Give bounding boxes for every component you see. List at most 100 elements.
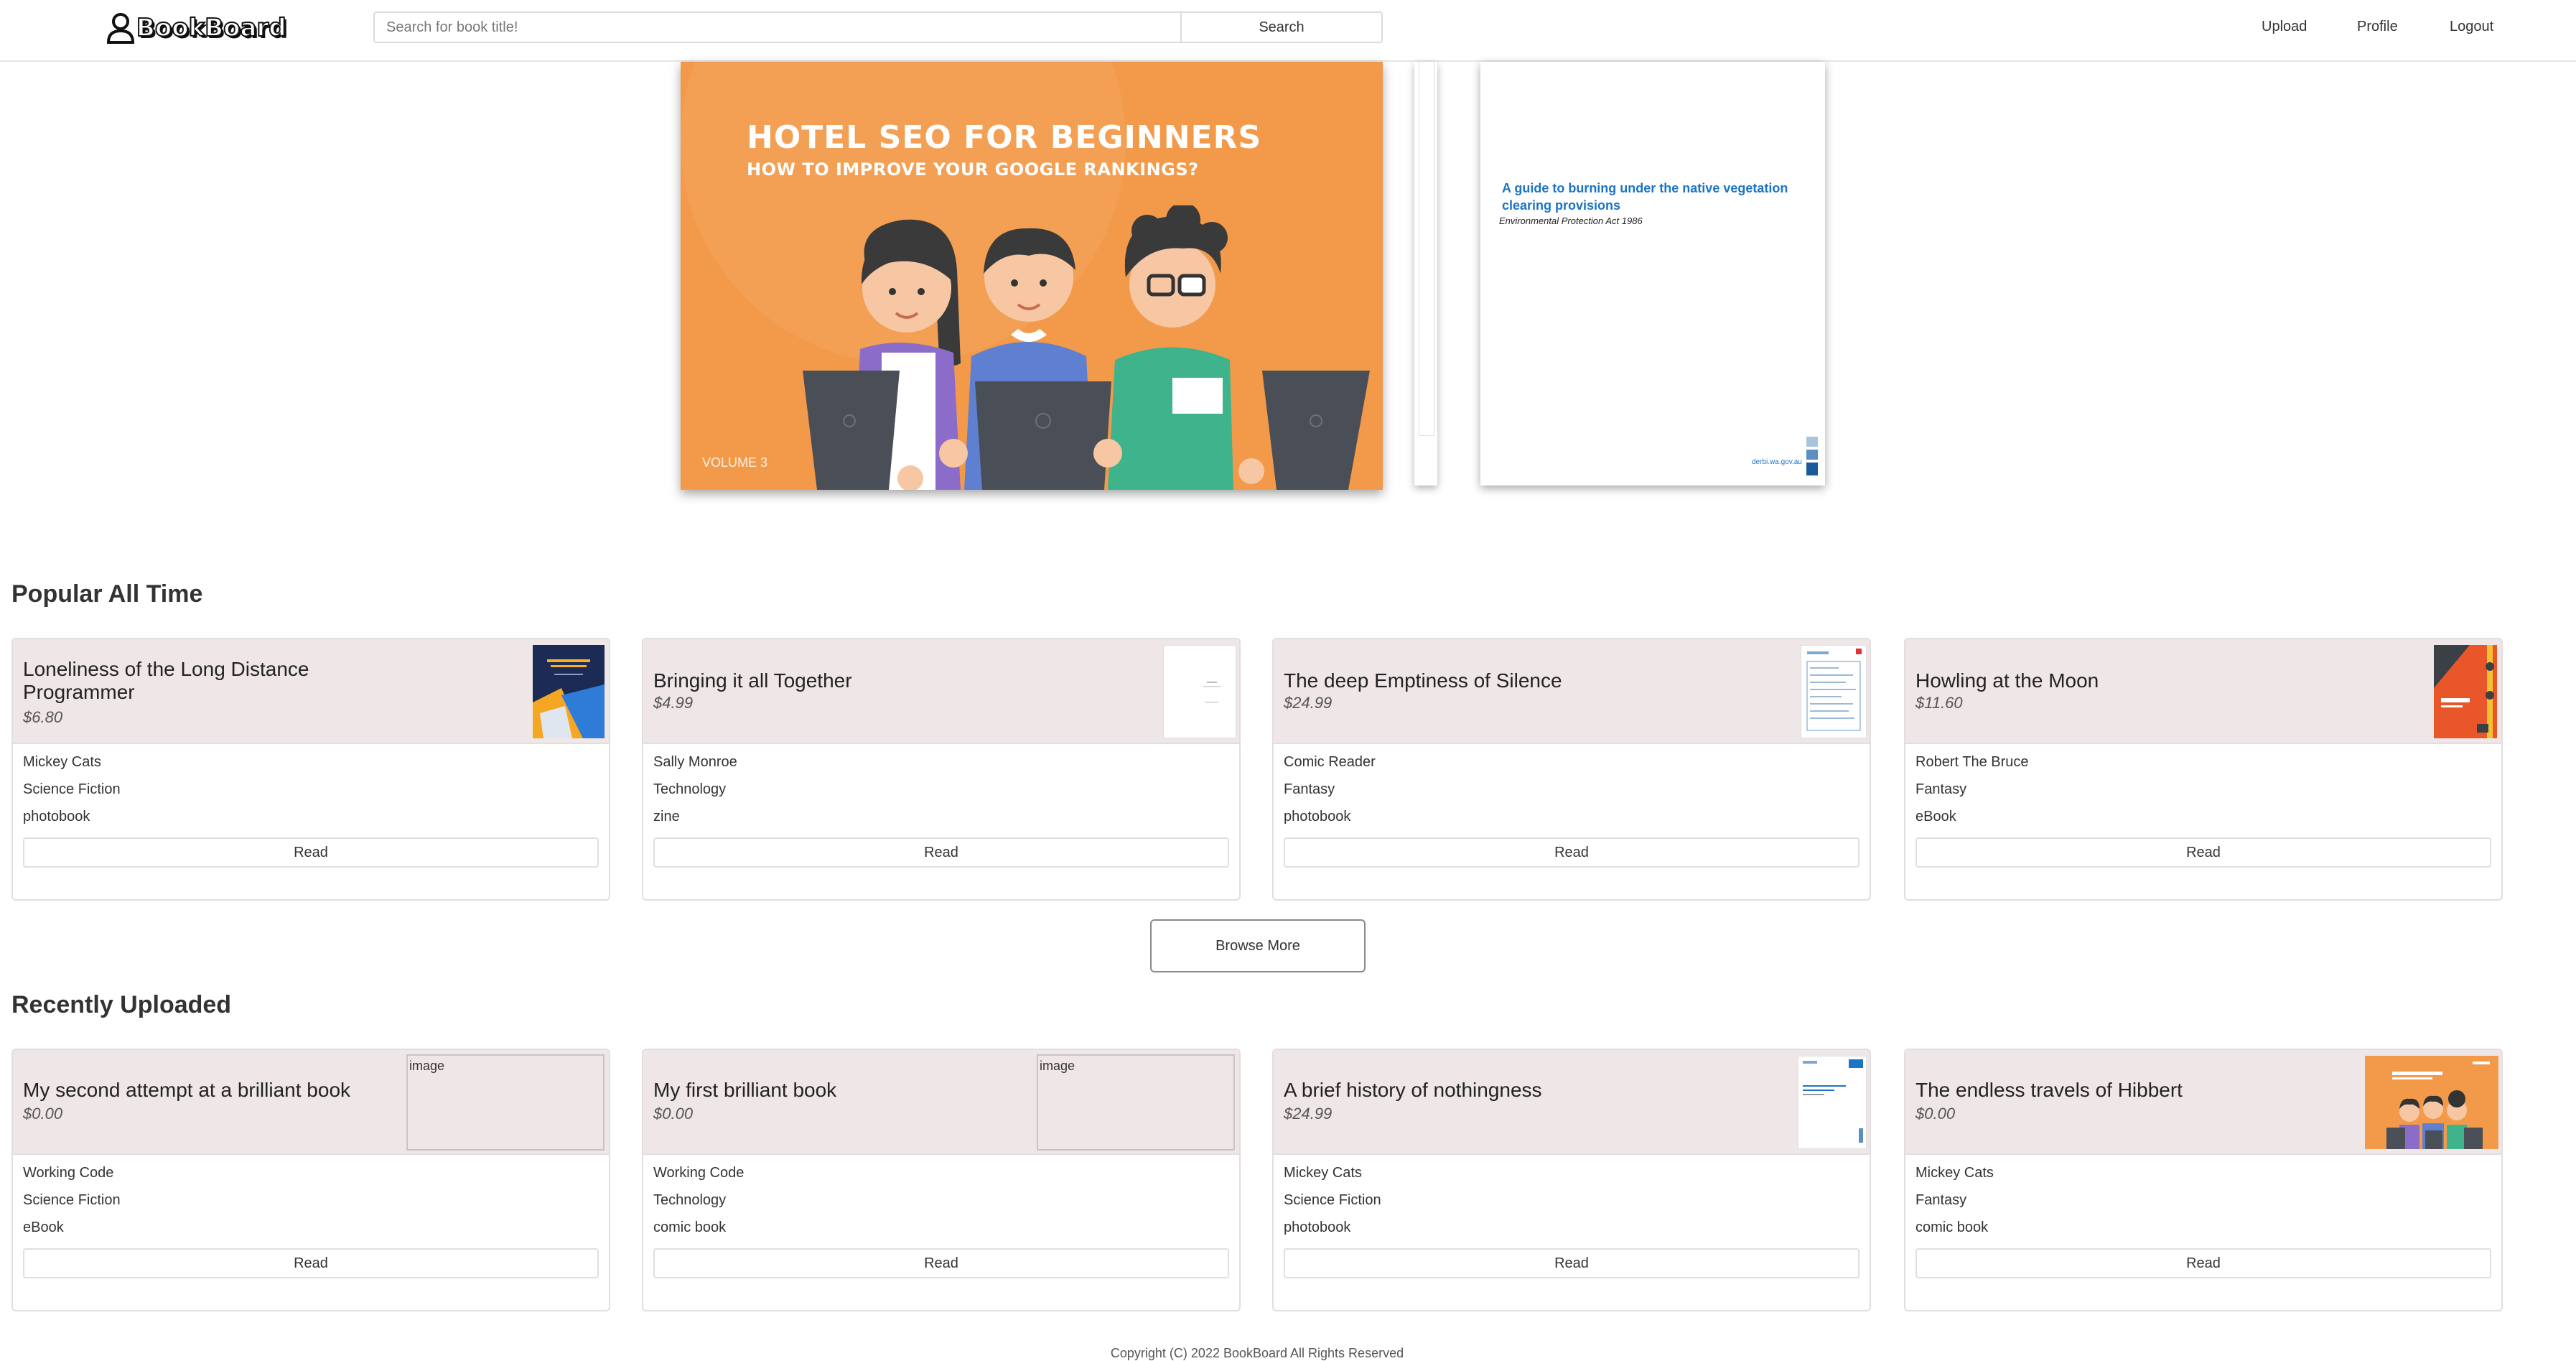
book-thumbnail[interactable] [1801, 645, 1867, 738]
card-header: Howling at the Moon $11.60 [1905, 639, 2501, 744]
book-card: The deep Emptiness of Silence $24.99 Com… [1272, 638, 1871, 901]
side-cover-decor [1806, 463, 1818, 475]
book-format: photobook [1284, 1220, 1351, 1235]
book-genre: Technology [653, 1192, 727, 1208]
book-card: Howling at the Moon $11.60 Robert The Br… [1904, 638, 2503, 901]
nav-upload-link[interactable]: Upload [2262, 19, 2307, 35]
book-price: $11.60 [1915, 694, 1963, 712]
book-author: Robert The Bruce [1915, 754, 2029, 770]
book-author: Mickey Cats [23, 754, 101, 770]
read-button[interactable]: Read [653, 1248, 1229, 1278]
book-author: Mickey Cats [1284, 1165, 1362, 1181]
cover-subtitle: HOW TO IMPROVE YOUR GOOGLE RANKINGS? [747, 159, 1199, 180]
book-author: Working Code [23, 1165, 114, 1181]
read-button[interactable]: Read [23, 1248, 599, 1278]
book-price: $0.00 [1915, 1105, 1956, 1123]
read-button[interactable]: Read [1284, 1248, 1859, 1278]
book-card: A brief history of nothingness $24.99 Mi… [1272, 1049, 1871, 1311]
card-header: The endless travels of Hibbert $0.00 [1905, 1050, 2501, 1155]
book-author: Mickey Cats [1915, 1165, 1994, 1181]
carousel-side-cover[interactable]: A guide to burning under the native vege… [1480, 62, 1825, 486]
book-title[interactable]: My second attempt at a brilliant book [23, 1079, 396, 1102]
read-button[interactable]: Read [1915, 837, 2491, 868]
book-title[interactable]: The deep Emptiness of Silence [1284, 669, 1657, 692]
card-header: A brief history of nothingness $24.99 [1274, 1050, 1870, 1155]
book-title[interactable]: My first brilliant book [653, 1079, 1027, 1102]
search-input[interactable] [373, 11, 1182, 43]
person-logo-icon [106, 13, 135, 44]
orange-cover-icon [2434, 645, 2497, 738]
hotel-seo-mini-cover-icon [2365, 1056, 2498, 1149]
side-cover-subtitle: Environmental Protection Act 1986 [1499, 215, 1643, 226]
broken-image-alt: image [409, 1059, 445, 1073]
card-header: The deep Emptiness of Silence $24.99 [1274, 639, 1870, 744]
card-header: My first brilliant book $0.00 image [643, 1050, 1239, 1155]
search-button[interactable]: Search [1180, 11, 1383, 43]
report-cover-icon [533, 645, 605, 738]
book-format: photobook [1284, 809, 1351, 825]
book-price: $24.99 [1284, 1105, 1333, 1123]
nav-logout-link[interactable]: Logout [2450, 19, 2493, 35]
slim-page-inner [1419, 62, 1434, 436]
book-title[interactable]: Howling at the Moon [1915, 669, 2289, 692]
book-card: My first brilliant book $0.00 image Work… [642, 1049, 1241, 1311]
book-genre: Science Fiction [1284, 1192, 1381, 1208]
book-thumbnail[interactable] [2434, 645, 2497, 738]
book-thumbnail[interactable] [1163, 645, 1236, 738]
nav-profile-link[interactable]: Profile [2357, 19, 2398, 35]
book-genre: Science Fiction [23, 781, 121, 797]
browse-more-button[interactable]: Browse More [1150, 919, 1366, 972]
navbar: BookBoard Search Upload Profile Logout [0, 0, 2576, 62]
book-author: Comic Reader [1284, 754, 1376, 770]
book-format: comic book [1915, 1220, 1989, 1235]
book-price: $0.00 [653, 1105, 694, 1123]
book-author: Working Code [653, 1165, 745, 1181]
read-button[interactable]: Read [1915, 1248, 2491, 1278]
book-card: The endless travels of Hibbert $0.00 Mic… [1904, 1049, 2503, 1311]
read-button[interactable]: Read [23, 837, 599, 868]
book-card: Loneliness of the Long Distance Programm… [11, 638, 610, 901]
book-price: $4.99 [653, 694, 694, 712]
read-button[interactable]: Read [653, 837, 1229, 868]
book-card: Bringing it all Together $4.99 Sally Mon… [642, 638, 1241, 901]
read-button[interactable]: Read [1284, 837, 1859, 868]
logo-text: BookBoard [136, 13, 287, 43]
broken-image[interactable]: image [1037, 1054, 1235, 1151]
book-genre: Fantasy [1915, 1192, 1967, 1208]
side-cover-decor [1806, 450, 1818, 460]
form-page-icon [1806, 649, 1862, 731]
book-title[interactable]: A brief history of nothingness [1284, 1079, 1657, 1102]
side-cover-title: A guide to burning under the native vege… [1502, 181, 1788, 213]
broken-image[interactable]: image [406, 1054, 605, 1151]
book-format: eBook [23, 1220, 64, 1235]
book-thumbnail[interactable] [533, 645, 605, 738]
book-format: comic book [653, 1220, 727, 1235]
card-header: Bringing it all Together $4.99 [643, 639, 1239, 744]
book-title[interactable]: Bringing it all Together [653, 669, 1027, 692]
book-thumbnail[interactable] [1798, 1056, 1867, 1149]
book-thumbnail[interactable] [2365, 1056, 2498, 1149]
book-title[interactable]: Loneliness of the Long Distance Programm… [23, 658, 396, 704]
popular-heading: Popular All Time [11, 580, 203, 608]
white-page-icon [1203, 682, 1221, 703]
book-format: eBook [1915, 809, 1956, 825]
broken-image-alt: image [1040, 1059, 1075, 1073]
card-header: Loneliness of the Long Distance Programm… [13, 639, 609, 744]
book-price: $0.00 [23, 1105, 63, 1123]
recent-heading: Recently Uploaded [11, 991, 232, 1018]
book-format: zine [653, 809, 680, 825]
cover-title: HOTEL SEO FOR BEGINNERS [747, 119, 1262, 156]
carousel-slim-page[interactable] [1414, 62, 1437, 486]
card-header: My second attempt at a brilliant book $0… [13, 1050, 609, 1155]
book-card: My second attempt at a brilliant book $0… [11, 1049, 610, 1311]
carousel-featured-cover[interactable]: HOTEL SEO FOR BEGINNERS HOW TO IMPROVE Y… [681, 62, 1383, 490]
footer-copyright: Copyright (C) 2022 BookBoard All Rights … [1110, 1346, 1404, 1360]
book-price: $6.80 [23, 708, 63, 726]
book-genre: Science Fiction [23, 1192, 121, 1208]
book-title[interactable]: The endless travels of Hibbert [1915, 1079, 2289, 1102]
side-cover-decor [1806, 437, 1818, 447]
bookboard-logo[interactable]: BookBoard [106, 11, 287, 45]
guide-page-icon [1803, 1059, 1863, 1143]
book-price: $24.99 [1284, 694, 1333, 712]
cover-volume-label: VOLUME 3 [702, 455, 768, 470]
